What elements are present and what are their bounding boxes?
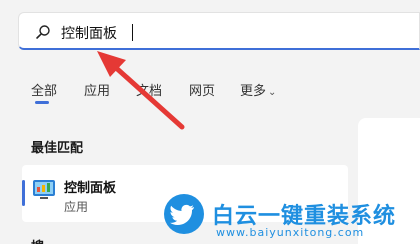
section-title-best-match: 最佳匹配 [31,141,84,156]
control-panel-icon [33,180,55,199]
result-type: 应用 [64,200,89,214]
tab-more[interactable]: 更多 ⌄ [240,80,276,99]
tab-documents[interactable]: 文档 [136,80,162,99]
tab-more-label: 更多 [240,84,267,99]
tab-all[interactable]: 全部 [31,80,57,99]
active-tab-indicator [35,101,49,104]
twitter-bird-icon [164,194,204,234]
tab-apps[interactable]: 应用 [84,80,110,99]
result-name: 控制面板 [64,181,117,196]
watermark-url: www.baiyunxitong.com [216,226,365,239]
watermark: 白云一键重装系统 www.baiyunxitong.com [160,180,420,244]
filter-tabs: 全部 应用 文档 网页 更多 ⌄ [0,0,420,110]
section-title-next: 搜 [31,236,44,244]
tab-web[interactable]: 网页 [189,80,215,99]
selection-indicator [22,180,25,206]
chevron-down-icon: ⌄ [268,87,277,98]
